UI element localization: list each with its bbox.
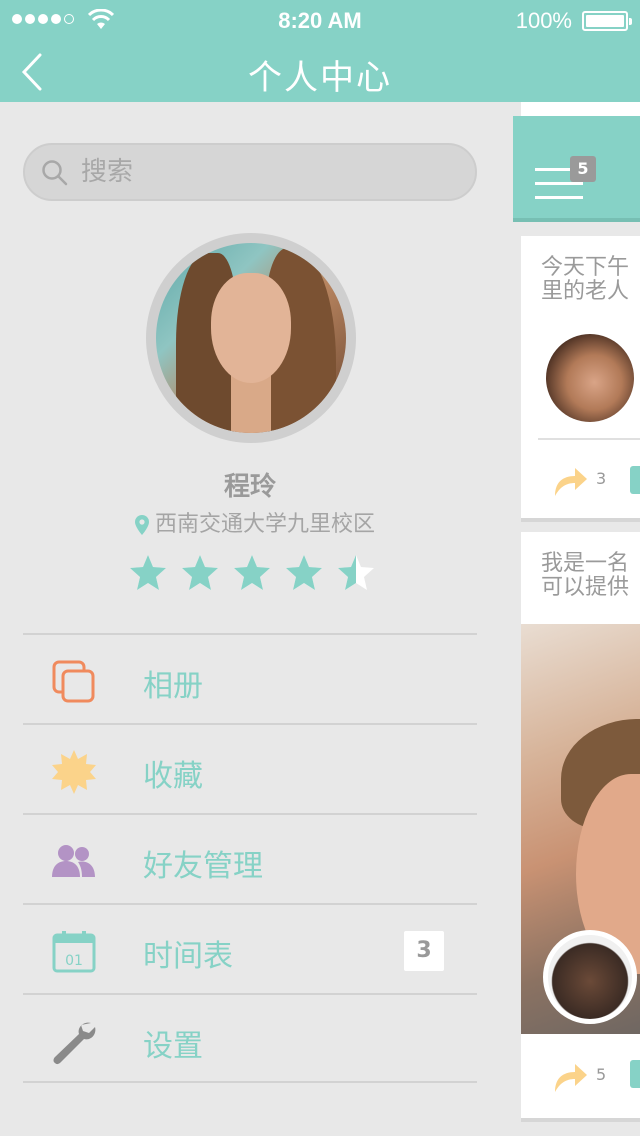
menu-item-settings[interactable]: 设置 [23,993,477,1083]
star-full-icon [286,555,322,590]
navigation-bar: 个人中心 [0,40,640,102]
profile-menu: 相册 收藏 好友管理 01 时间表 3 设置 [23,633,477,1083]
star-half-icon [338,555,374,590]
location-pin-icon [134,515,149,535]
card-text-line: 今天下午 [541,255,630,280]
card-tag [630,466,640,494]
share-count: 5 [596,1065,607,1084]
share-arrow-icon[interactable] [551,464,589,498]
calendar-icon: 01 [52,931,96,973]
wrench-icon [53,1022,96,1065]
search-bar[interactable] [23,143,477,201]
share-arrow-icon[interactable] [551,1060,589,1094]
search-input[interactable] [81,153,461,191]
profile-name: 程玲 [223,472,276,502]
card-tag [630,1060,640,1088]
card-text: 今天下午 里的老人 [541,256,640,304]
card-author-avatar[interactable] [543,930,637,1024]
rating-stars [128,553,376,593]
card-text: 我是一名 可以提供 [541,552,640,600]
menu-item-schedule[interactable]: 01 时间表 3 [23,903,477,993]
favorites-sun-icon [52,750,96,794]
menu-label: 时间表 [143,939,233,974]
location-text: 西南交通大学九里校区 [154,512,375,537]
star-full-icon [182,555,218,590]
search-icon [42,160,68,186]
menu-item-favorites[interactable]: 收藏 [23,723,477,813]
schedule-count-badge: 3 [404,931,444,971]
menu-label: 收藏 [143,759,203,794]
star-full-icon [234,555,270,590]
profile-location: 西南交通大学九里校区 [0,506,510,538]
battery-percentage: 100% [515,8,572,33]
feed-top-strip [521,102,640,116]
album-icon [52,660,95,703]
menu-item-friends[interactable]: 好友管理 [23,813,477,903]
page-title: 个人中心 [248,58,392,98]
calendar-day: 01 [65,953,83,969]
status-bar: 8:20 AM 100% [0,0,640,40]
avatar-photo [156,243,346,433]
feed-card[interactable]: 今天下午 里的老人 3 [521,236,640,522]
card-author-avatar[interactable] [546,334,634,422]
feed-notification-badge: 5 [570,156,596,182]
star-full-icon [130,555,166,590]
menu-label: 设置 [143,1029,203,1064]
battery-icon [582,11,632,31]
feed-header: 5 [513,116,640,222]
menu-item-album[interactable]: 相册 [23,633,477,723]
menu-label: 好友管理 [143,849,263,884]
feed-panel: 5 今天下午 里的老人 3 我是一名 可以提供 5 [513,102,640,1136]
card-text-line: 可以提供 [541,575,630,600]
card-divider [538,438,640,440]
share-count: 3 [596,469,607,488]
card-text-line: 我是一名 [541,551,630,576]
card-text-line: 里的老人 [541,279,630,304]
friends-icon [52,845,95,877]
feed-card[interactable]: 我是一名 可以提供 5 [521,532,640,1122]
menu-label: 相册 [143,669,203,704]
profile-avatar[interactable] [146,233,356,443]
